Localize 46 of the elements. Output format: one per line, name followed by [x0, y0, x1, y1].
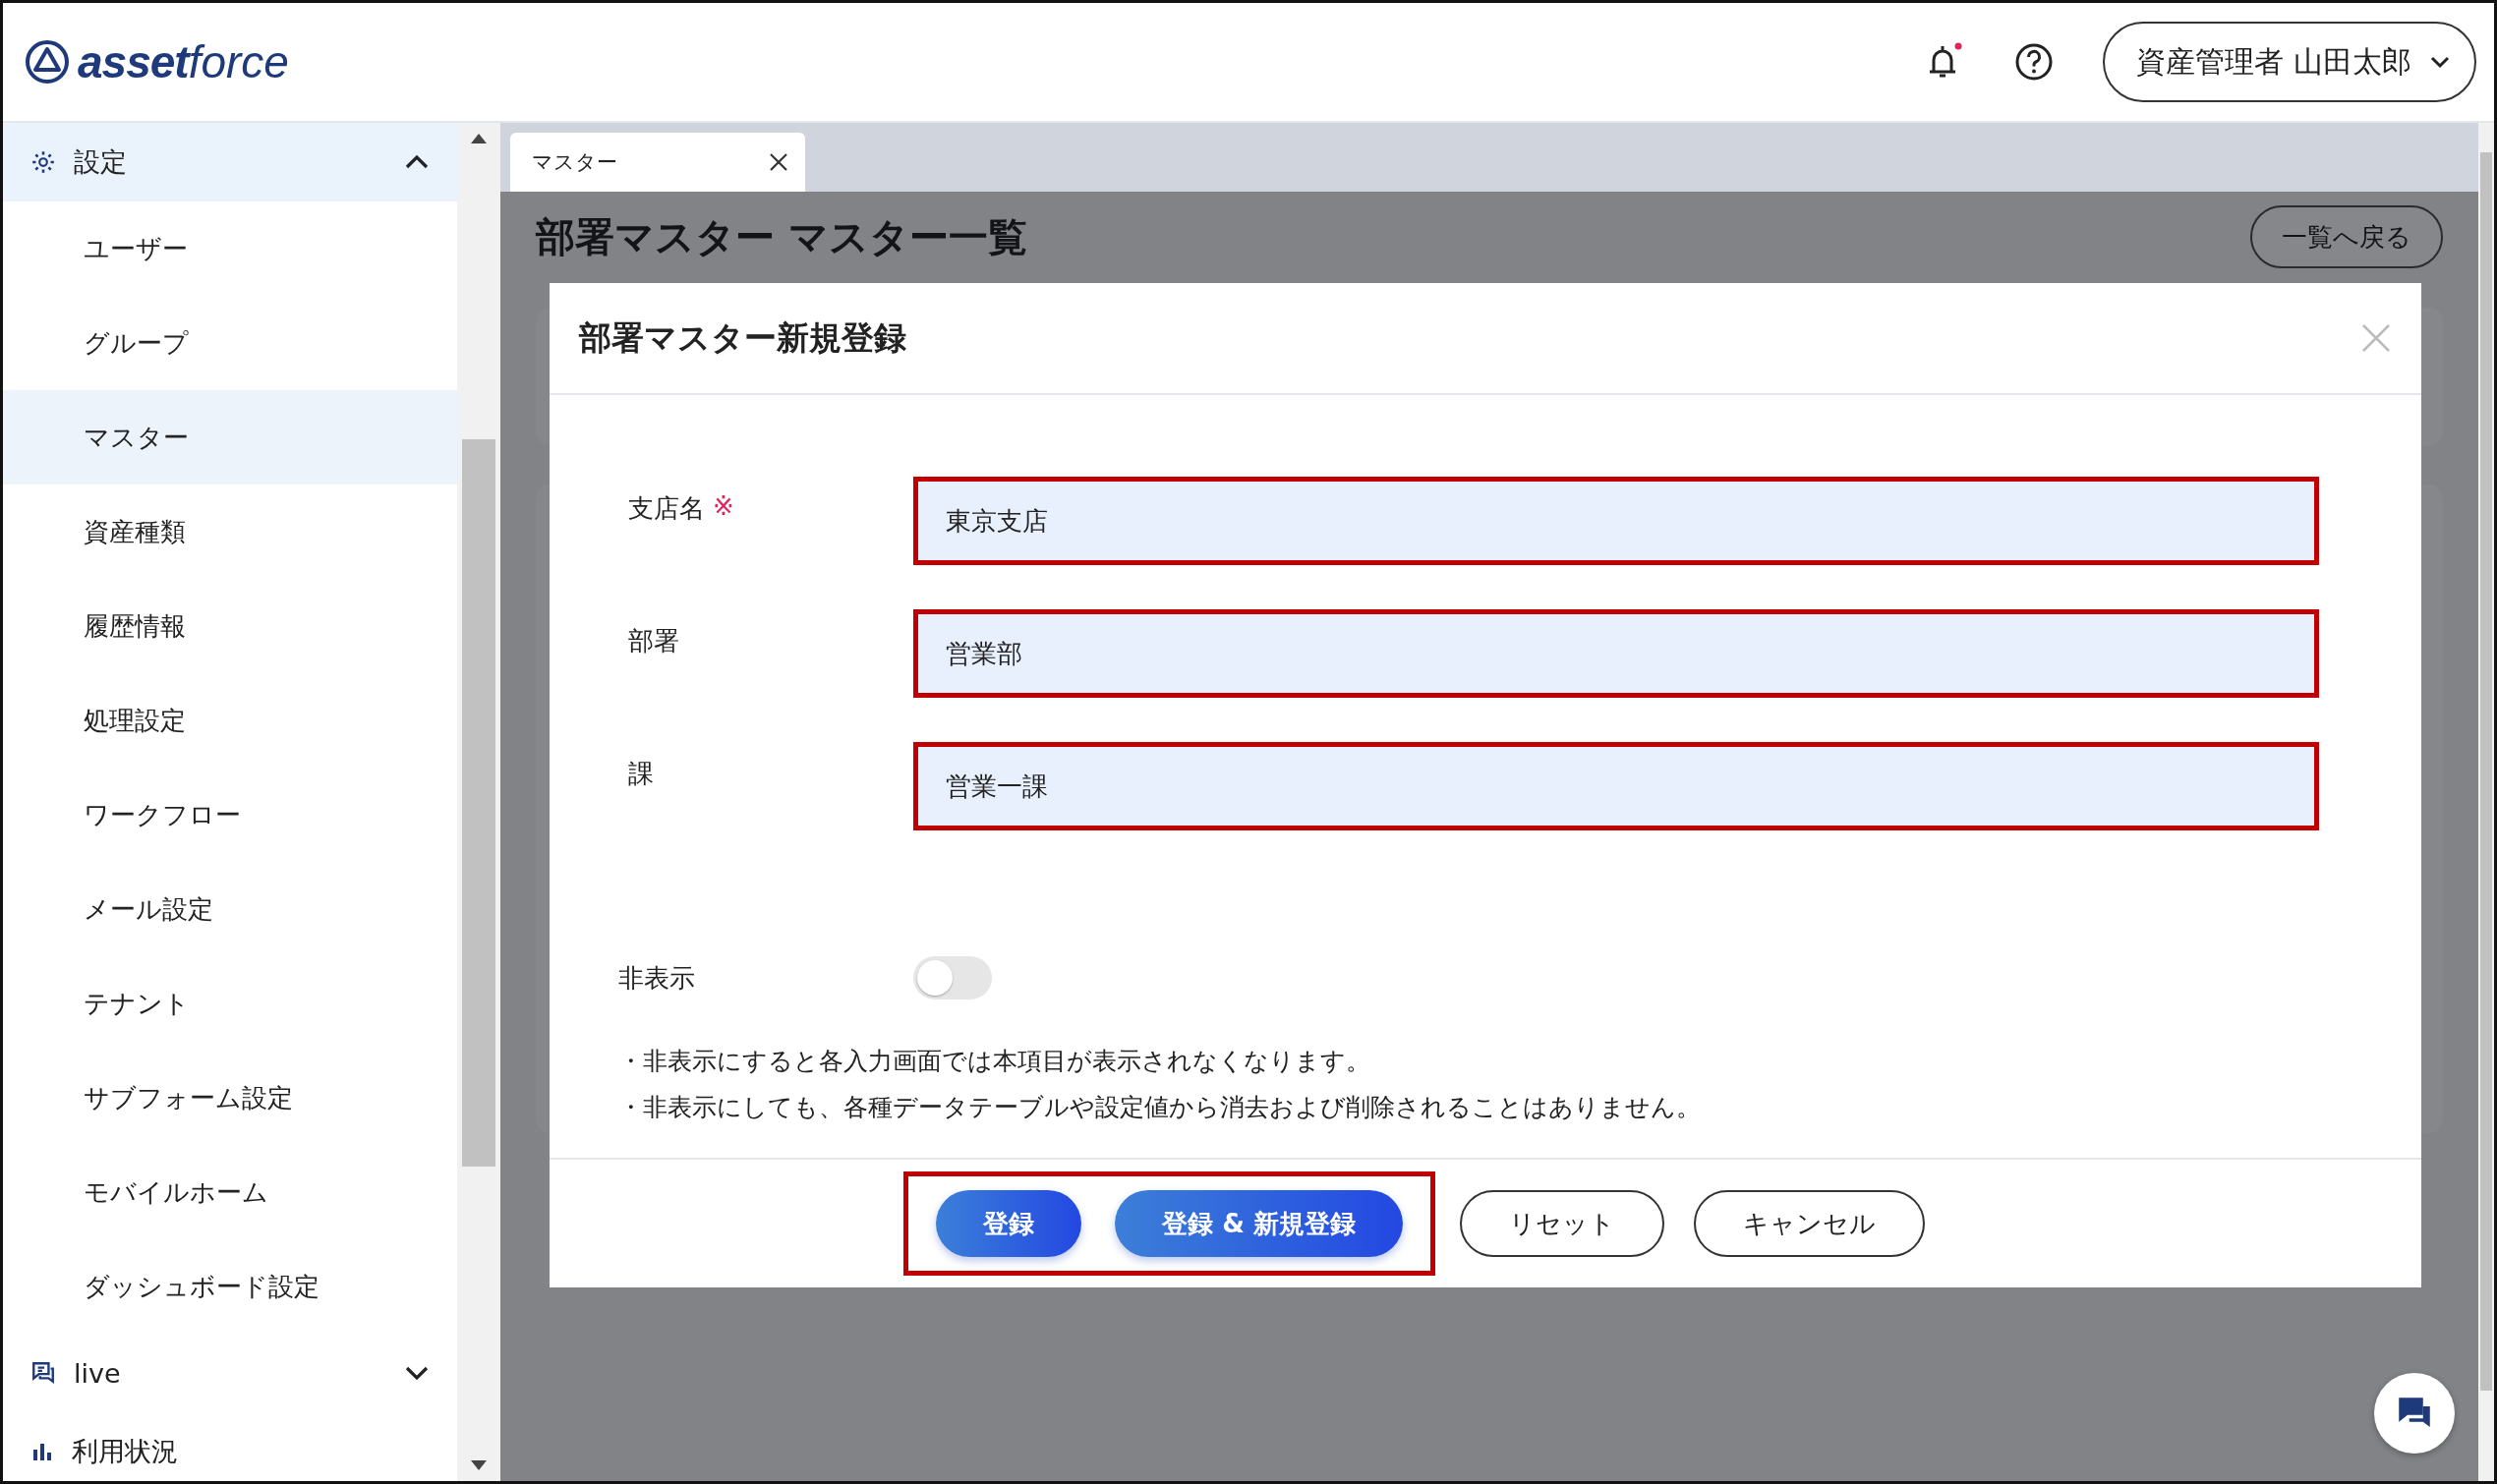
logo-icon	[25, 39, 70, 85]
chevron-down-icon	[404, 1365, 430, 1381]
tab[interactable]: マスター	[510, 133, 805, 192]
sidebar-item[interactable]: 履歴情報	[3, 579, 457, 673]
page-title: 部署マスター マスター一覧	[536, 215, 1027, 258]
sidebar-item[interactable]: ダッシュボード設定	[3, 1239, 457, 1334]
required-mark: ※	[713, 491, 734, 523]
help-icon[interactable]	[2014, 42, 2055, 82]
field-label: 支店名	[628, 492, 705, 525]
sidebar-section[interactable]: 利用状況	[3, 1412, 457, 1481]
action-button[interactable]: キャンセル	[1693, 1190, 1925, 1257]
sidebar-item[interactable]: マスター	[3, 390, 457, 485]
sidebar-item[interactable]: 資産種類	[3, 485, 457, 579]
gear-icon	[30, 149, 56, 175]
logo-text: assetforce	[78, 35, 289, 88]
sidebar-section[interactable]: 設定	[3, 123, 457, 201]
submit-button[interactable]: 登録	[936, 1190, 1082, 1257]
chevron-down-icon	[2429, 55, 2451, 69]
action-button[interactable]: リセット	[1459, 1190, 1664, 1257]
user-menu[interactable]: 資産管理者 山田太郎	[2103, 22, 2476, 102]
sidebar-section[interactable]: live	[3, 1334, 457, 1412]
field-label: 課	[628, 758, 654, 790]
dialog-title: 部署マスター新規登録	[579, 316, 906, 359]
toggle-switch[interactable]	[913, 956, 992, 999]
note-text: ・非表示にすると各入力画面では本項目が表示されなくなります。	[618, 1046, 1371, 1077]
scrollbar-thumb[interactable]	[462, 439, 495, 1167]
sidebar-item[interactable]: ユーザー	[3, 201, 457, 296]
sidebar-item[interactable]: モバイルホーム	[3, 1145, 457, 1239]
scroll-down-icon[interactable]	[470, 1459, 488, 1471]
chat-icon	[30, 1360, 56, 1386]
close-icon[interactable]	[768, 151, 789, 173]
sidebar-item[interactable]: テナント	[3, 956, 457, 1051]
scrollbar-thumb[interactable]	[2480, 152, 2492, 1391]
sidebar-item[interactable]: メール設定	[3, 862, 457, 956]
sidebar-item[interactable]: サブフォーム設定	[3, 1051, 457, 1145]
back-button[interactable]: 一覧へ戻る	[2250, 205, 2443, 268]
toggle-label: 非表示	[618, 961, 696, 995]
sidebar-item[interactable]: グループ	[3, 296, 457, 390]
sidebar-item[interactable]: 処理設定	[3, 673, 457, 768]
note-text: ・非表示にしても、各種データテーブルや設定値から消去および削除されることはありません。	[618, 1092, 1702, 1123]
scroll-up-icon[interactable]	[470, 133, 488, 144]
field-label: 部署	[628, 625, 679, 657]
chat-button[interactable]	[2374, 1373, 2455, 1454]
sidebar-item[interactable]: ワークフロー	[3, 768, 457, 862]
submit-button[interactable]: 登録 & 新規登録	[1115, 1190, 1403, 1257]
chevron-up-icon	[404, 154, 430, 170]
